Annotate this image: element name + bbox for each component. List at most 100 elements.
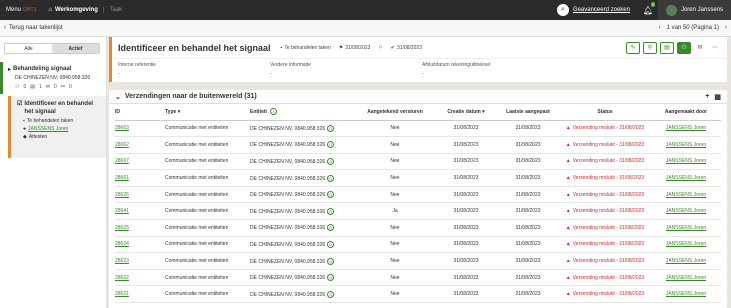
flag-outline-icon: ⚐ bbox=[378, 44, 383, 51]
shipment-id-link[interactable]: 28663 bbox=[115, 125, 129, 131]
task-user-link[interactable]: JANSSENS Joren bbox=[28, 126, 68, 132]
entity-name: DE CHINEZEN NV, 0840.958.326 bbox=[250, 192, 326, 198]
table-row[interactable]: 28661 Communicatie met entiteiten DE CHINE… bbox=[115, 169, 721, 187]
g-badge-icon: G bbox=[327, 290, 335, 298]
shipment-id-link[interactable]: 28667 bbox=[115, 158, 129, 164]
created-by-link[interactable]: JANSSENS Joren bbox=[666, 241, 706, 247]
table-row[interactable]: 28641 Communicatie met entiteiten DE CHINE… bbox=[115, 202, 721, 221]
cell-entity: DE CHINEZEN NV, 0840.958.326 G bbox=[250, 153, 355, 171]
cell-registered: Nee bbox=[355, 285, 435, 304]
shipment-id-link[interactable]: 28641 bbox=[115, 208, 129, 214]
created-by-link[interactable]: JANSSENS Joren bbox=[666, 158, 706, 164]
table-row[interactable]: 28625 Communicatie met entiteiten DE CHINE… bbox=[115, 219, 721, 237]
cell-modified: 31/08/2023 bbox=[497, 186, 559, 204]
edit-button[interactable]: ✎ bbox=[626, 41, 640, 54]
shipment-id-link[interactable]: 28621 bbox=[115, 291, 129, 297]
shipment-id-link[interactable]: 28625 bbox=[115, 225, 129, 231]
cell-registered: Nee bbox=[355, 120, 435, 138]
created-by-link[interactable]: JANSSENS Joren bbox=[666, 291, 706, 297]
created-by-link[interactable]: JANSSENS Joren bbox=[666, 125, 706, 131]
shipment-id-link[interactable]: 28622 bbox=[115, 275, 129, 281]
shipments-section: ⌄ Verzendingen naar de buitenwereld (31)… bbox=[109, 90, 727, 308]
created-by-link[interactable]: JANSSENS Joren bbox=[666, 208, 706, 214]
case-item[interactable]: ▸ Behandeling signaal DE CHINEZEN NV, 08… bbox=[0, 62, 106, 94]
cell-id: 28663 bbox=[115, 120, 165, 138]
chat-button[interactable]: ✉ bbox=[694, 42, 706, 54]
shipment-id-link[interactable]: 28624 bbox=[115, 241, 129, 247]
status-text: Verzending mislukt - 31/08/2023 bbox=[572, 158, 645, 165]
toggle-active[interactable]: Actief bbox=[52, 44, 99, 53]
cell-entity: DE CHINEZEN NV, 0840.958.326 G bbox=[250, 169, 355, 187]
warning-icon: ▲ bbox=[565, 224, 571, 231]
shipment-id-link[interactable]: 28662 bbox=[115, 142, 129, 148]
cell-created-by: JANSSENS Joren bbox=[651, 269, 721, 287]
advanced-search-button[interactable]: ⌕ Geavanceerd zoeken bbox=[549, 4, 638, 16]
shipment-id-link[interactable]: 28626 bbox=[115, 192, 129, 198]
table-row[interactable]: 28663 Communicatie met entiteiten DE CHINE… bbox=[115, 120, 721, 138]
col-modified[interactable]: Laatste aangepast bbox=[497, 104, 559, 121]
notifications-button[interactable]: 🔔︎ 0 bbox=[638, 0, 658, 20]
created-by-link[interactable]: JANSSENS Joren bbox=[666, 258, 706, 264]
back-to-tasklist-link[interactable]: ‹ Terug naar takenlijst bbox=[4, 25, 63, 31]
g-badge-icon: G bbox=[327, 240, 335, 248]
g-badge-icon: G bbox=[327, 157, 335, 165]
table-row[interactable]: 28667 Communicatie met entiteiten DE CHINE… bbox=[115, 153, 721, 171]
cell-status: ▲ Verzending mislukt - 31/08/2023 bbox=[559, 285, 651, 304]
table-row[interactable]: 28626 Communicatie met entiteiten DE CHINE… bbox=[115, 186, 721, 204]
toggle-all[interactable]: Alle bbox=[5, 44, 52, 53]
prev-page-icon[interactable]: ‹ bbox=[659, 25, 661, 31]
home-icon: ⌂ bbox=[48, 7, 52, 13]
shipment-id-link[interactable]: 28661 bbox=[115, 175, 129, 181]
table-row[interactable]: 28624 Communicatie met entiteiten DE CHINE… bbox=[115, 236, 721, 254]
task-item[interactable]: ☑ Identificeer en behandel het signaal ▪… bbox=[8, 96, 106, 158]
cell-type: Communicatie met entiteiten bbox=[165, 285, 250, 304]
created-by-link[interactable]: JANSSENS Joren bbox=[666, 142, 706, 148]
col-created-by[interactable]: Aangemaakt door bbox=[651, 104, 721, 121]
col-type-label: Type bbox=[165, 108, 177, 115]
task-status-label: Te behandelen taken bbox=[26, 118, 74, 124]
document-button[interactable]: ▤ bbox=[660, 41, 674, 54]
home-link[interactable]: ⌂ Werkomgeving | Taak bbox=[42, 7, 128, 13]
tag-icon: ▪ bbox=[23, 118, 25, 124]
col-id[interactable]: ID bbox=[115, 104, 165, 121]
calendar-icon[interactable]: ▦ bbox=[714, 93, 721, 101]
section-header[interactable]: ⌄ Verzendingen naar de buitenwereld (31)… bbox=[109, 90, 727, 104]
cell-id: 28625 bbox=[115, 219, 165, 237]
cell-id: 28626 bbox=[115, 186, 165, 204]
cell-modified: 31/08/2023 bbox=[497, 285, 559, 304]
cell-created-by: JANSSENS Joren bbox=[651, 120, 721, 138]
chevron-down-icon[interactable]: ⌄ bbox=[115, 93, 121, 101]
table-row[interactable]: 28621 Communicatie met entiteiten DE CHINE… bbox=[115, 285, 721, 304]
next-page-icon[interactable]: › bbox=[725, 25, 727, 31]
cell-id: 28621 bbox=[115, 285, 165, 304]
created-by-link[interactable]: JANSSENS Joren bbox=[666, 225, 706, 231]
sort-down-icon[interactable]: ▾ bbox=[482, 109, 485, 115]
status-text: Verzending mislukt - 31/08/2023 bbox=[572, 224, 645, 231]
add-icon[interactable]: + bbox=[705, 93, 709, 101]
warning-icon: ▲ bbox=[565, 291, 571, 298]
cell-type: Communicatie met entiteiten bbox=[165, 186, 250, 204]
filter-icon[interactable]: ▾ bbox=[178, 109, 181, 115]
col-type[interactable]: Type ▾ bbox=[165, 104, 250, 121]
col-status[interactable]: Status bbox=[559, 104, 651, 121]
assign-user-button[interactable]: ⚲ bbox=[643, 41, 657, 54]
created-by-link[interactable]: JANSSENS Joren bbox=[666, 275, 706, 281]
table-row[interactable]: 28623 Communicatie met entiteiten DE CHINE… bbox=[115, 252, 721, 270]
cell-created-by: JANSSENS Joren bbox=[651, 153, 721, 171]
user-menu[interactable]: Joren Janssens bbox=[657, 0, 731, 20]
table-row[interactable]: 28622 Communicatie met entiteiten DE CHINE… bbox=[115, 269, 721, 287]
menu-button[interactable]: Menu ONT1 bbox=[0, 0, 42, 20]
created-by-link[interactable]: JANSSENS Joren bbox=[666, 192, 706, 198]
col-entity[interactable]: Entiteit i bbox=[250, 104, 355, 121]
section-tools: + ▦ bbox=[705, 93, 721, 101]
more-button[interactable]: ⋯ bbox=[709, 42, 721, 54]
col-registered[interactable]: Aangetekend versturen bbox=[355, 104, 435, 121]
shipment-id-link[interactable]: 28623 bbox=[115, 258, 129, 264]
col-created[interactable]: Creatie datum ▾ bbox=[435, 104, 497, 121]
start-date-chip: ⚑ 31/08/2023 bbox=[339, 45, 371, 51]
table-row[interactable]: 28662 Communicatie met entiteiten DE CHINE… bbox=[115, 136, 721, 154]
entity-name: DE CHINEZEN NV, 0840.958.326 bbox=[250, 291, 326, 298]
cell-created: 31/08/2023 bbox=[435, 153, 497, 171]
team-button[interactable]: ⚇ bbox=[677, 41, 691, 54]
created-by-link[interactable]: JANSSENS Joren bbox=[666, 175, 706, 181]
